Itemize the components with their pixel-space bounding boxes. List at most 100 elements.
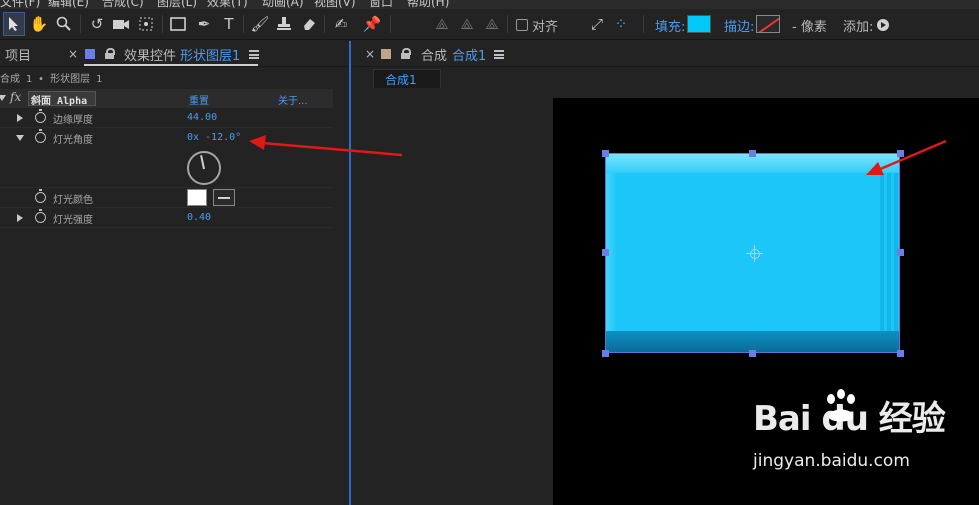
pen-tool-icon[interactable]: ✒ (193, 12, 215, 36)
hand-tool-icon[interactable]: ✋ (28, 12, 50, 36)
fill-color-swatch[interactable] (687, 15, 711, 33)
light-color-swatch[interactable] (187, 189, 207, 206)
property-label: 灯光颜色 (53, 195, 93, 206)
add-menu-icon[interactable] (877, 19, 889, 31)
text-tool-icon[interactable]: T (218, 12, 240, 36)
view-axis-icon[interactable]: ⟁ (481, 12, 503, 36)
baidu-watermark: Bai du 经验 jingyan.baidu.com (753, 389, 979, 471)
toolbar-separator (507, 15, 508, 33)
snap-checkbox[interactable] (516, 19, 528, 31)
breadcrumb: 合成 1 • 形状图层 1 (0, 74, 103, 85)
composition-tabs: × 合成 合成1 (353, 41, 979, 67)
snap-label: 对齐 (532, 20, 559, 35)
toolbar-separator (390, 15, 391, 33)
menu-help[interactable]: 帮助(H) (407, 0, 449, 9)
menu-bar: 文件(F) 编辑(E) 合成(C) 图层(L) 效果(T) 动画(A) 视图(V… (0, 0, 979, 9)
fx-icon[interactable]: fx (10, 90, 21, 104)
stopwatch-icon[interactable] (35, 129, 46, 143)
tab-effect-layer[interactable]: 形状图层1 (180, 45, 240, 64)
reset-button[interactable]: 重置 (189, 92, 209, 107)
toolbar-separator (80, 15, 81, 33)
toolbar: ✋ ↺ ✒ T 🖌 ✍ 📌 ⟁ ⟁ ⟁ 对齐 ⤢ ⁘ 填充: 描边: - 像素 … (0, 9, 979, 40)
active-tab-underline (84, 64, 258, 66)
anchor-point-crosshair (746, 253, 763, 254)
menu-view[interactable]: 视图(V) (314, 0, 356, 9)
world-axis-icon[interactable]: ⟁ (456, 12, 478, 36)
transform-handle[interactable] (897, 350, 904, 357)
stopwatch-icon[interactable] (35, 189, 46, 203)
transform-handle[interactable] (749, 150, 756, 157)
tab-composition-name[interactable]: 合成1 (452, 45, 486, 64)
panel-menu-icon[interactable] (494, 50, 504, 59)
transform-handle[interactable] (897, 150, 904, 157)
zoom-tool-icon[interactable] (53, 12, 75, 36)
tab-project[interactable]: 项目 (5, 45, 31, 64)
eraser-tool-icon[interactable] (298, 12, 320, 36)
lock-icon[interactable] (105, 48, 115, 59)
light-angle-value[interactable]: 0x -12.0° (187, 132, 241, 143)
transform-handle[interactable] (749, 350, 756, 357)
stopwatch-icon[interactable] (35, 209, 46, 223)
selection-tool-icon[interactable] (3, 12, 25, 36)
effect-header-row[interactable]: fx 斜面 Alpha 重置 关于... (0, 89, 333, 108)
toolbar-separator (243, 15, 244, 33)
panel-menu-icon[interactable] (249, 50, 259, 59)
menu-file[interactable]: 文件(F) (0, 0, 40, 9)
camera-tool-icon[interactable] (110, 12, 132, 36)
tab-composition[interactable]: 合成 (421, 45, 447, 64)
stopwatch-icon[interactable] (35, 109, 46, 123)
left-panel-tabs: 项目 × 效果控件 形状图层1 (0, 41, 349, 67)
property-row-light-color: 灯光颜色 (0, 188, 333, 208)
property-label: 灯光强度 (53, 215, 93, 226)
snap-feather-icon[interactable]: ⁘ (610, 12, 632, 36)
stroke-width-label[interactable]: - 像素 (792, 16, 827, 35)
anchor-point-icon[interactable] (747, 245, 763, 262)
expand-icon[interactable] (17, 214, 23, 222)
baidu-paw-icon (827, 389, 855, 422)
about-button[interactable]: 关于... (278, 92, 308, 107)
menu-composition[interactable]: 合成(C) (102, 0, 144, 9)
property-row-light-intensity: 灯光强度 0.40 (0, 208, 333, 228)
collapse-effect-icon[interactable] (0, 95, 6, 101)
property-label: 灯光角度 (53, 135, 93, 146)
puppet-pin-tool-icon[interactable]: 📌 (361, 12, 383, 36)
menu-window[interactable]: 窗口 (369, 0, 393, 9)
stroke-label[interactable]: 描边: (724, 16, 754, 35)
property-label: 边缘厚度 (53, 115, 93, 126)
transform-handle[interactable] (602, 150, 609, 157)
roto-brush-tool-icon[interactable]: ✍ (330, 12, 352, 36)
add-label: 添加: (843, 20, 874, 35)
transform-handle[interactable] (897, 249, 904, 256)
close-tab-icon[interactable]: × (68, 47, 78, 61)
toolbar-separator (643, 15, 644, 33)
transform-handle[interactable] (602, 249, 609, 256)
snap-options-icon[interactable]: ⤢ (586, 12, 608, 36)
lock-icon[interactable] (401, 48, 411, 59)
local-axis-icon[interactable]: ⟁ (431, 12, 453, 36)
menu-animation[interactable]: 动画(A) (262, 0, 304, 9)
tab-effect-controls[interactable]: 效果控件 (124, 45, 176, 64)
stroke-color-swatch[interactable] (756, 15, 780, 33)
clone-stamp-tool-icon[interactable] (273, 12, 295, 36)
eyedropper-icon[interactable] (213, 189, 235, 206)
composition-panel: × 合成 合成1 合成1 Bai du 经验 (353, 41, 979, 505)
composition-subtab[interactable]: 合成1 (373, 69, 441, 88)
menu-edit[interactable]: 编辑(E) (48, 0, 89, 9)
rotate-tool-icon[interactable]: ↺ (86, 12, 108, 36)
property-row-edge-thickness: 边缘厚度 44.00 (0, 108, 333, 128)
pan-behind-tool-icon[interactable] (135, 12, 157, 36)
light-intensity-value[interactable]: 0.40 (187, 212, 211, 223)
brush-tool-icon[interactable]: 🖌 (249, 12, 271, 36)
rectangle-tool-icon[interactable] (167, 12, 189, 36)
edge-thickness-value[interactable]: 44.00 (187, 112, 217, 123)
angle-dial[interactable] (187, 151, 221, 185)
expand-icon[interactable] (17, 114, 23, 122)
fill-label[interactable]: 填充: (655, 16, 685, 35)
menu-layer[interactable]: 图层(L) (157, 0, 197, 9)
menu-effect[interactable]: 效果(T) (207, 0, 248, 9)
toolbar-separator (324, 15, 325, 33)
watermark-url: jingyan.baidu.com (753, 451, 910, 471)
close-tab-icon[interactable]: × (365, 47, 375, 61)
collapse-icon[interactable] (16, 135, 24, 141)
transform-handle[interactable] (602, 350, 609, 357)
